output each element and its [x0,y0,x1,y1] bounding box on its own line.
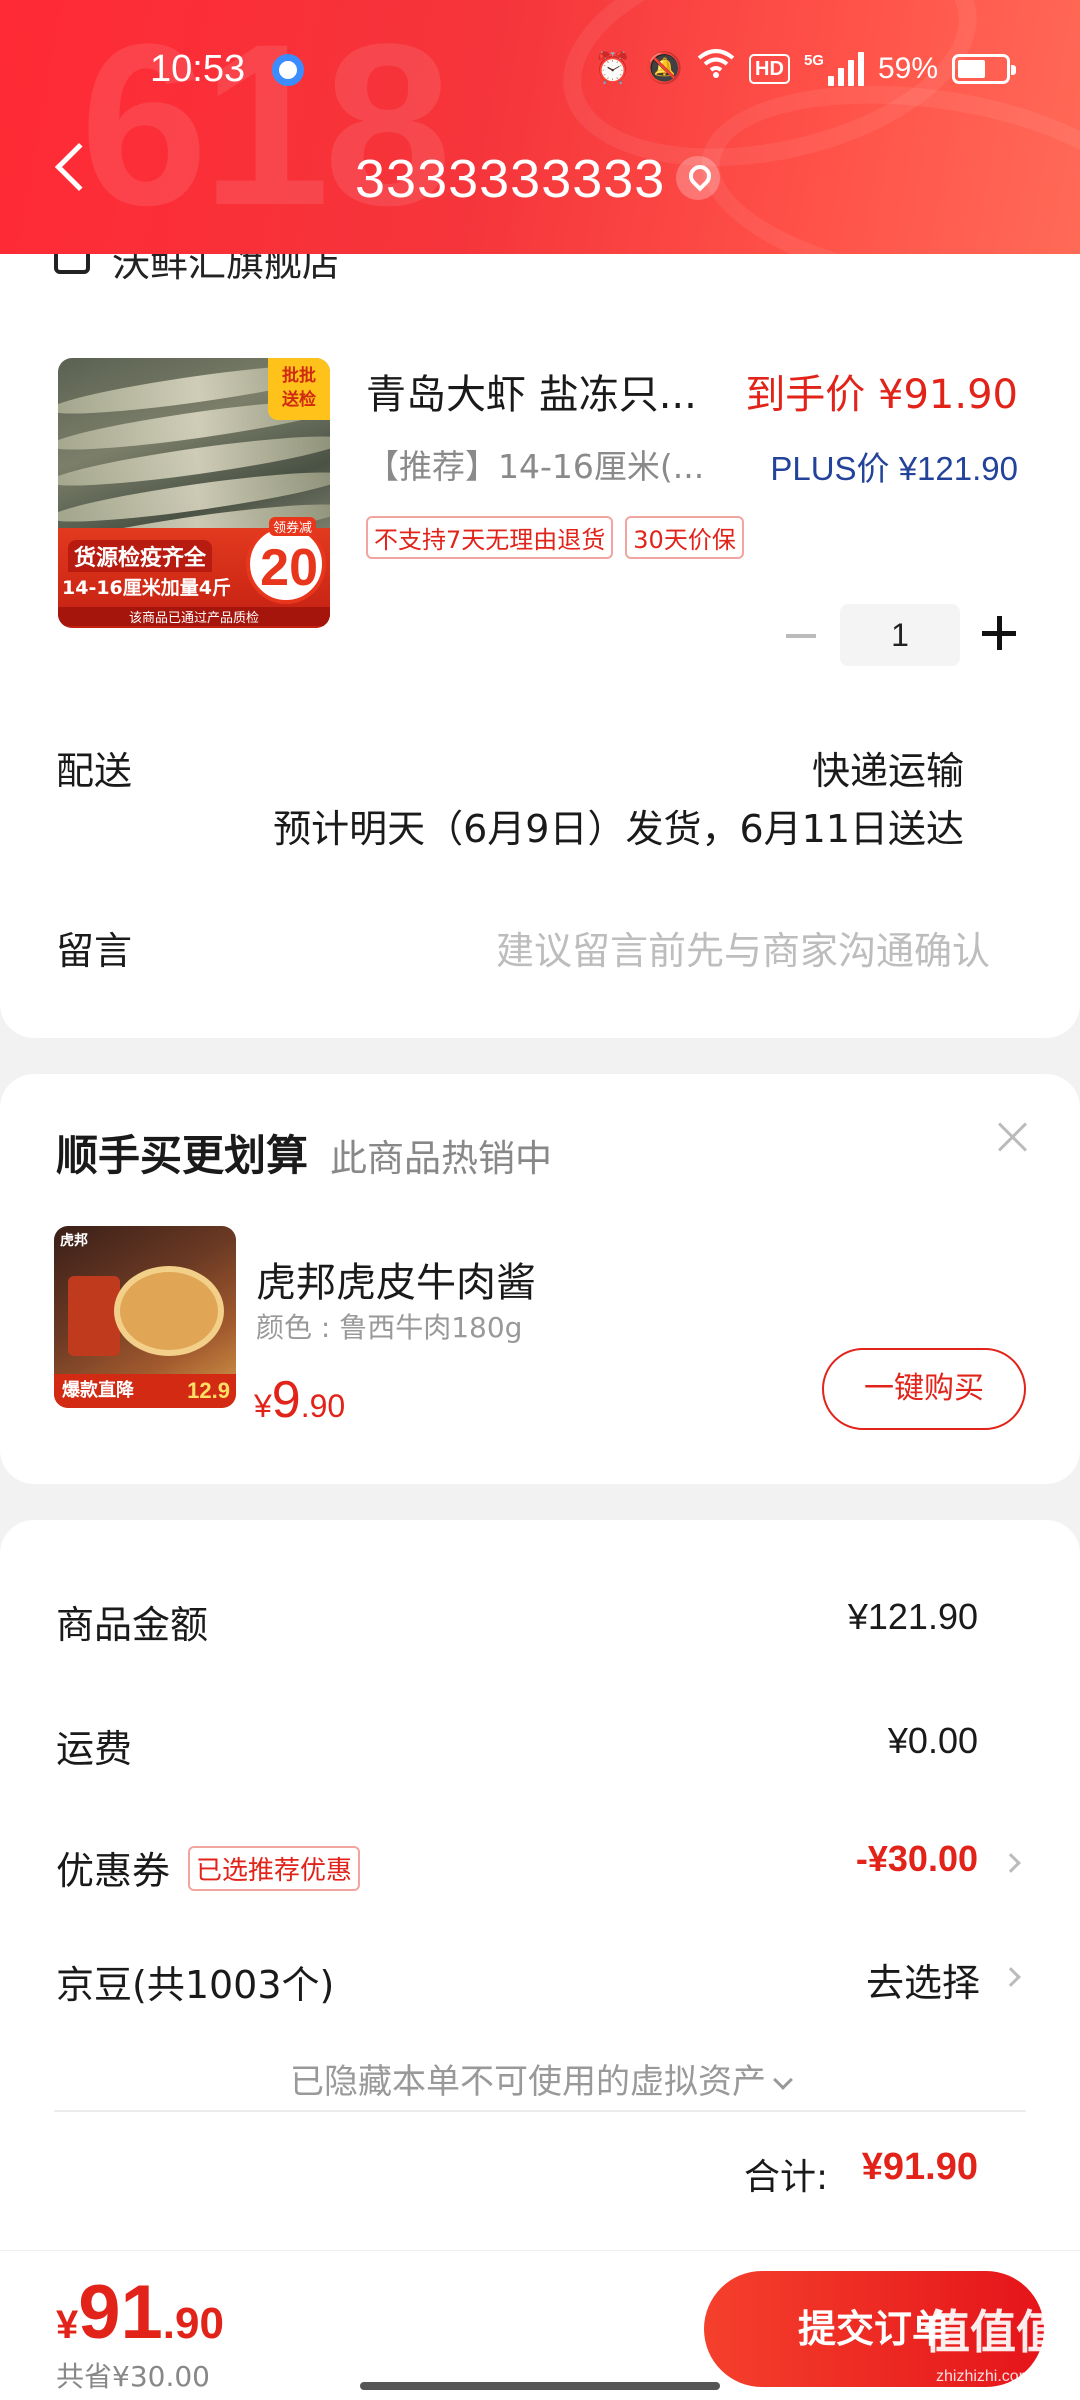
page-header: 618 10:53 ⏰ 🔕 HD 5G 59% 3333333333 [0,0,1080,254]
watermark-logo: 值值值 [924,2305,1062,2359]
status-bar: 10:53 ⏰ 🔕 HD 5G 59% [0,40,1080,100]
rec-image-jar [68,1276,120,1356]
location-icon[interactable] [676,156,720,200]
divider [54,2110,1026,2112]
product-image-banner-line2: 14-16厘米加量4斤 [62,577,231,599]
signal-icon: 5G [804,52,864,86]
order-summary-card: 商品金额 ¥121.90 运费 ¥0.00 优惠券 已选推荐优惠 -¥30.00… [0,1520,1080,2258]
jd-beans-select[interactable]: 去选择 [866,1952,980,2007]
page-title: 3333333333 [355,149,666,209]
chevron-right-icon[interactable] [1001,1853,1021,1873]
checkout-bar: ¥91.90 共省¥30.00 提交订单 [0,2250,1080,2400]
product-image-banner-note: 该商品已通过产品质检 [58,607,330,626]
product-tag: 不支持7天无理由退货 [366,516,614,559]
checkout-saved: 共省¥30.00 [56,2360,210,2393]
recommendation-image[interactable]: 虎邦 爆款直降 12.9 [54,1226,236,1408]
hidden-assets-toggle[interactable]: 已隐藏本单不可使用的虚拟资产 [0,2054,1080,2103]
store-name: 沃鲜汇旗舰店 [112,254,341,284]
hd-badge: HD [749,54,790,84]
corner-tag-text: 批批 送检 [282,366,316,410]
delivery-label: 配送 [56,749,133,793]
watermark-domain: zhizhizhi.com [936,2368,1033,2385]
coupon-badge: 已选推荐优惠 [188,1846,361,1891]
note-label: 留言 [56,929,133,973]
chevron-down-icon [773,2070,793,2090]
rec-image-brand: 虎邦 [60,1233,88,1249]
shipping-label: 运费 [56,1727,133,1771]
product-card: 沃鲜汇旗舰店 批批 送检 货源检疫齐全 14-16厘米加量4斤 该商品已通过产品… [0,254,1080,1038]
checkout-price-dec: .90 [162,2299,224,2348]
mute-icon: 🔕 [645,51,684,86]
rec-price-int: 9 [271,1371,301,1429]
recommendation-subtitle: 此商品热销中 [330,1137,552,1180]
product-plus-price: PLUS价 ¥121.90 [770,450,1018,487]
store-row[interactable]: 沃鲜汇旗舰店 [54,254,754,284]
quantity-input[interactable]: 1 [840,604,960,666]
hidden-assets-text: 已隐藏本单不可使用的虚拟资产 [290,2062,766,2102]
recommendation-title: 顺手买更划算 [56,1131,309,1180]
app-notification-icon [272,54,304,86]
home-indicator[interactable] [360,2382,720,2390]
total-label: 合计: [744,2157,829,2198]
recommendation-item-name[interactable]: 虎邦虎皮牛肉酱 [256,1250,536,1308]
rec-image-bowl [114,1266,224,1356]
battery-icon [952,54,1016,84]
coupon-value[interactable]: -¥30.00 [856,1838,978,1880]
jd-beans-label[interactable]: 京豆(共1003个) [56,1954,334,2009]
rec-price-dec: .90 [300,1388,346,1424]
network-type: 5G [803,52,824,69]
product-tag: 30天价保 [625,516,744,559]
product-image[interactable]: 批批 送检 货源检疫齐全 14-16厘米加量4斤 该商品已通过产品质检 领券减 … [58,358,330,628]
product-image-coupon-label: 领券减 [268,517,316,536]
battery-percent: 59% [877,52,938,85]
status-icons: ⏰ 🔕 HD 5G 59% [594,46,1016,92]
rec-image-strip-text: 爆款直降 [62,1380,134,1401]
checkout-price: ¥91.90 [56,2269,224,2356]
rec-price-currency: ¥ [254,1388,272,1424]
alarm-icon: ⏰ [594,51,632,86]
wifi-icon [697,46,735,92]
product-image-banner-line1: 货源检疫齐全 [68,540,213,572]
product-image-coupon-value: 20 [260,539,318,597]
note-input[interactable]: 建议留言前先与商家沟通确认 [496,920,990,975]
rec-image-strip-price: 12.9 [187,1378,230,1403]
total-value: ¥91.90 [861,2146,978,2188]
checkout-price-int: 91 [78,2270,163,2355]
goods-amount-value: ¥121.90 [847,1596,978,1637]
delivery-method[interactable]: 快递运输 [812,740,964,795]
product-title[interactable]: 青岛大虾 盐冻只... [366,362,697,420]
chevron-right-icon[interactable] [1001,1967,1021,1987]
shipping-value: ¥0.00 [887,1720,978,1761]
recommendation-card: 顺手买更划算 此商品热销中 虎邦 爆款直降 12.9 虎邦虎皮牛肉酱 颜色 : … [0,1074,1080,1484]
product-spec[interactable]: 【推荐】14-16厘米(... [366,440,704,488]
recommendation-item-price: ¥9.90 [254,1370,345,1430]
checkout-price-currency: ¥ [56,2303,79,2347]
product-tags: 不支持7天无理由退货 30天价保 [366,516,744,559]
close-icon[interactable] [998,1122,1028,1152]
quantity-minus-button[interactable] [786,634,816,638]
product-image-corner-tag: 批批 送检 [268,358,330,420]
quantity-plus-button[interactable] [982,616,1016,650]
goods-amount-label: 商品金额 [56,1603,209,1647]
recommendation-item-spec: 颜色 : 鲁西牛肉180g [256,1311,523,1344]
one-click-buy-button[interactable]: 一键购买 [822,1348,1026,1430]
delivery-estimate: 预计明天（6月9日）发货，6月11日送达 [273,807,964,851]
store-icon [54,254,90,274]
status-time: 10:53 [150,48,246,90]
product-final-price: 到手价 ¥91.90 [745,372,1018,418]
coupon-label[interactable]: 优惠券 [56,1840,170,1895]
